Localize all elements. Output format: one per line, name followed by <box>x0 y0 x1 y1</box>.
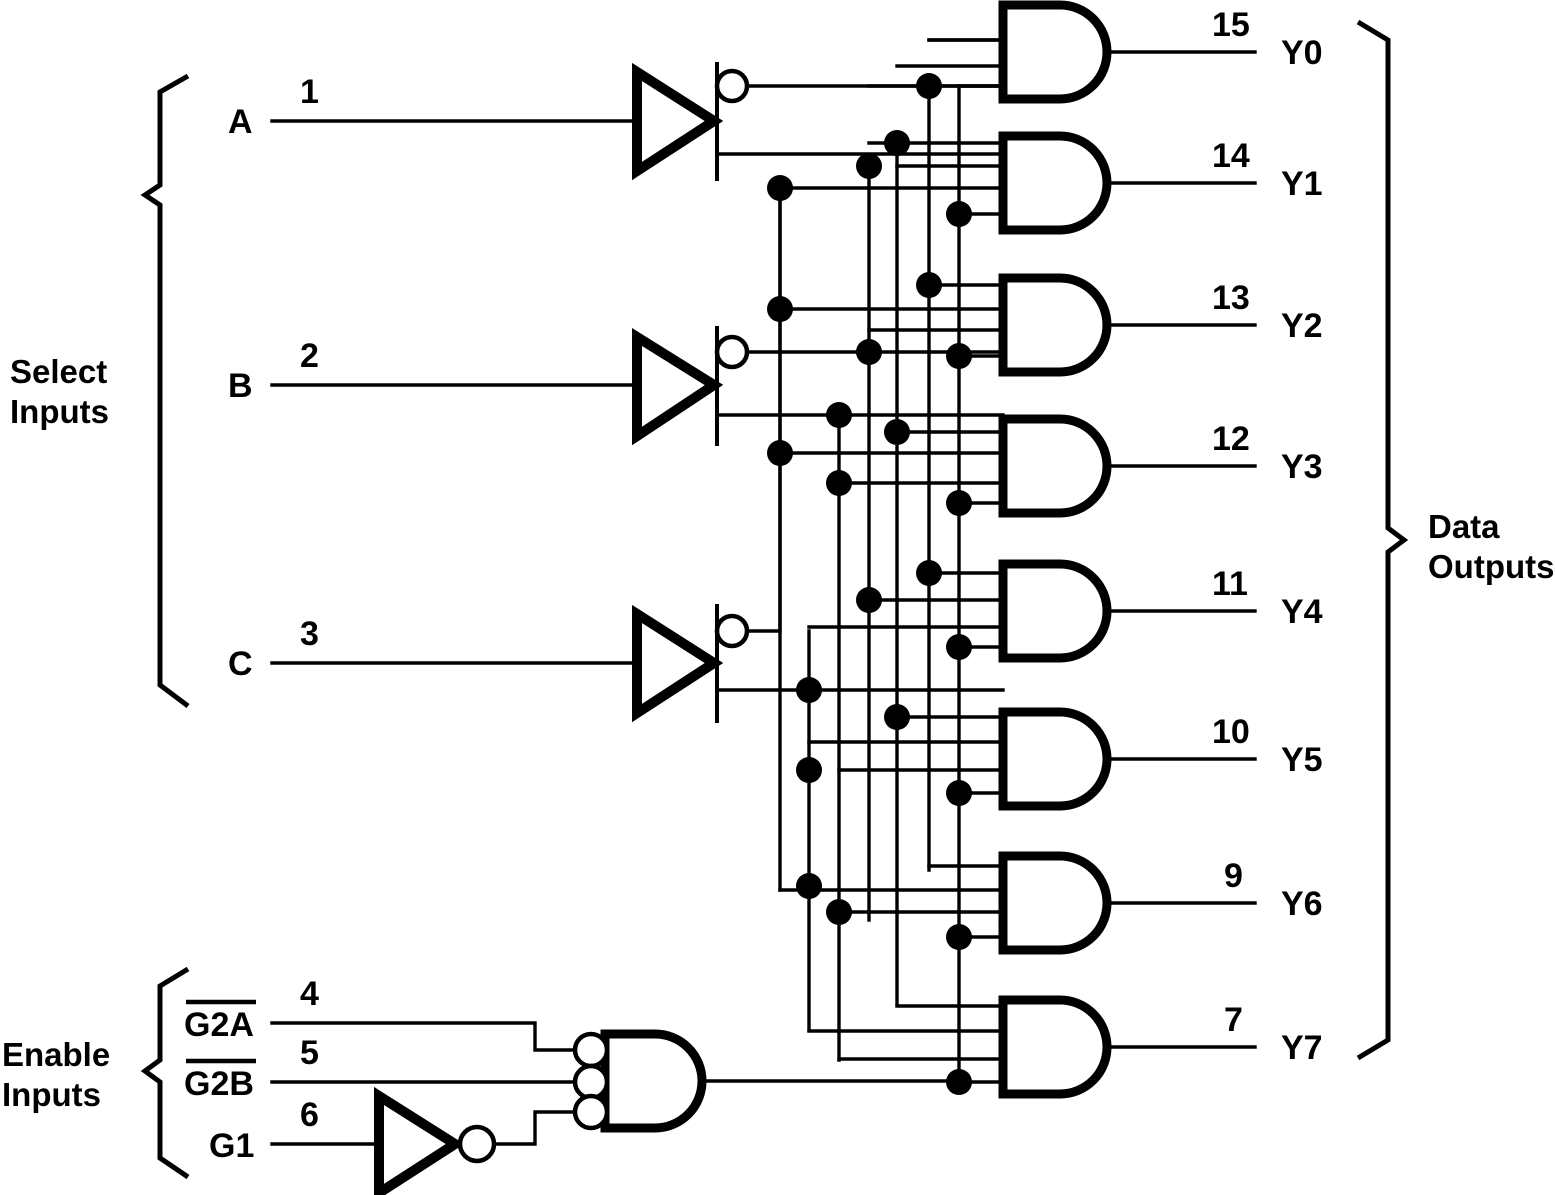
pin-number-y6: 9 <box>1224 857 1243 895</box>
output-label-y3: Y3 <box>1281 448 1323 486</box>
input-label-g1: G1 <box>209 1127 254 1165</box>
pin-number-y3: 12 <box>1212 420 1250 458</box>
enable-inputs-label-line1: Enable <box>2 1036 110 1073</box>
output-label-y7: Y7 <box>1281 1029 1323 1067</box>
input-label-g2b: G2B <box>184 1065 254 1103</box>
select-inputs-brace <box>140 73 190 708</box>
pin-number-y4: 11 <box>1212 565 1248 603</box>
output-label-y6: Y6 <box>1281 885 1323 923</box>
input-label-b: B <box>228 367 253 405</box>
input-label-c: C <box>228 645 253 683</box>
pin-number-y1: 14 <box>1212 137 1250 175</box>
output-label-y5: Y5 <box>1281 741 1323 779</box>
output-label-y1: Y1 <box>1281 165 1323 203</box>
buffer-b <box>632 326 1005 446</box>
pin-number-y7: 7 <box>1224 1001 1243 1039</box>
pin-number-y0: 15 <box>1212 6 1250 44</box>
enable-inputs-brace <box>140 966 190 1180</box>
data-outputs-label-line2: Outputs <box>1428 548 1554 585</box>
input-label-g2a: G2A <box>184 1006 254 1044</box>
pin-number-y5: 10 <box>1212 713 1250 751</box>
data-outputs-brace <box>1356 19 1409 1061</box>
pin-number-y2: 13 <box>1212 279 1250 317</box>
inverter-g1 <box>374 1086 497 1195</box>
logic-diagram-canvas: Select Inputs Enable Inputs Data Outputs… <box>0 0 1555 1195</box>
pin-number-g2b: 5 <box>300 1034 319 1072</box>
select-inputs-label-line2: Inputs <box>10 393 109 430</box>
and-gate-y6 <box>778 851 1257 955</box>
enable-and-gate <box>572 1029 961 1133</box>
enable-inputs-label-line2: Inputs <box>2 1076 101 1113</box>
pin-number-a: 1 <box>300 73 319 111</box>
and-gate-y3 <box>778 414 1257 518</box>
data-outputs-label-line1: Data <box>1428 508 1500 545</box>
output-label-y2: Y2 <box>1281 307 1323 345</box>
select-inputs-label-line1: Select <box>10 353 107 390</box>
and-gate-y5 <box>807 707 1257 811</box>
pin-number-c: 3 <box>300 615 319 653</box>
schematic-svg: Select Inputs Enable Inputs Data Outputs… <box>2 0 1554 1195</box>
pin-number-b: 2 <box>300 337 319 375</box>
and-gate-y1 <box>778 131 1257 235</box>
pin-number-g2a: 4 <box>300 975 319 1013</box>
pin-number-g1: 6 <box>300 1096 319 1134</box>
input-label-a: A <box>228 103 253 141</box>
and-gate-y2 <box>778 273 1257 377</box>
output-label-y0: Y0 <box>1281 34 1323 72</box>
buffer-a <box>632 62 1005 181</box>
output-label-y4: Y4 <box>1281 593 1323 631</box>
